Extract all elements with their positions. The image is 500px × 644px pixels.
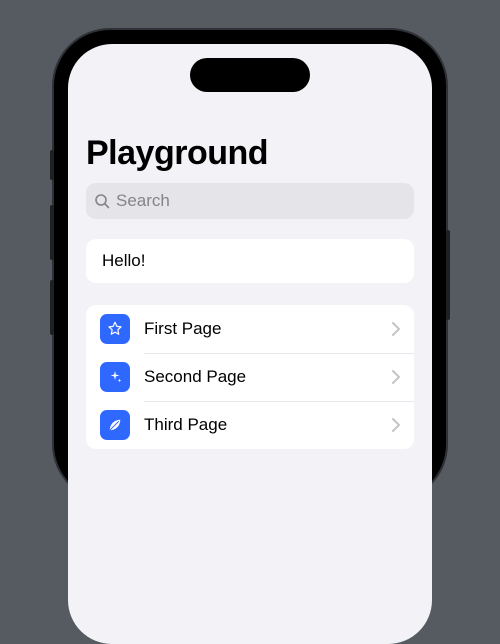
star-icon bbox=[100, 314, 130, 344]
side-button-power bbox=[446, 230, 450, 320]
side-button-silent bbox=[50, 150, 54, 180]
sparkle-icon bbox=[100, 362, 130, 392]
pages-list: First Page Second Page bbox=[86, 305, 414, 449]
chevron-right-icon bbox=[392, 418, 400, 432]
search-icon bbox=[94, 193, 110, 209]
list-item-label: First Page bbox=[144, 319, 378, 339]
list-item-label: Second Page bbox=[144, 367, 378, 387]
search-input[interactable]: Search bbox=[86, 183, 414, 219]
list-item-second-page[interactable]: Second Page bbox=[86, 353, 414, 401]
side-button-volume-up bbox=[50, 205, 54, 260]
chevron-right-icon bbox=[392, 370, 400, 384]
search-placeholder: Search bbox=[116, 191, 170, 211]
list-item-third-page[interactable]: Third Page bbox=[86, 401, 414, 449]
phone-frame: Playground Search Hello! bbox=[54, 30, 446, 500]
list-item-label: Third Page bbox=[144, 415, 378, 435]
leaf-icon bbox=[100, 410, 130, 440]
app-content: Playground Search Hello! bbox=[68, 44, 432, 449]
greeting-text: Hello! bbox=[86, 239, 414, 283]
side-button-volume-down bbox=[50, 280, 54, 335]
chevron-right-icon bbox=[392, 322, 400, 336]
dynamic-island bbox=[190, 58, 310, 92]
page-title: Playground bbox=[86, 134, 414, 173]
list-item-first-page[interactable]: First Page bbox=[86, 305, 414, 353]
phone-screen: Playground Search Hello! bbox=[68, 44, 432, 644]
greeting-card: Hello! bbox=[86, 239, 414, 283]
